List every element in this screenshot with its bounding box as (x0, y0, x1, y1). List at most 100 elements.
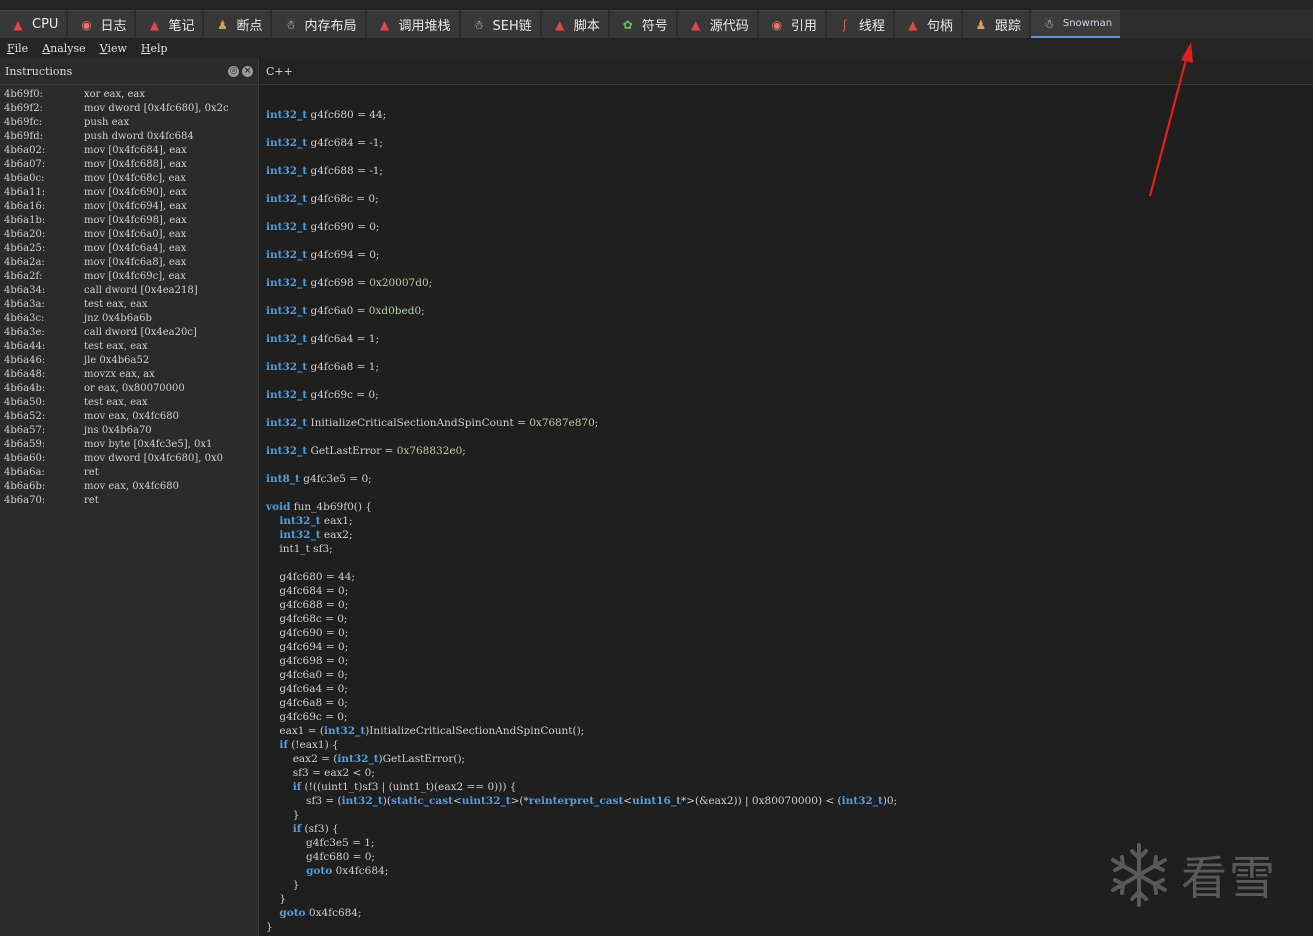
code-keyword: if (292, 823, 302, 835)
instruction-row[interactable]: 4b6a59: mov byte [0x4fc3e5], 0x1 (0, 438, 258, 452)
instruction-list[interactable]: 4b69f0: xor eax, eax 4b69f2: mov dword [0x4… (0, 85, 258, 508)
code-token: )GetLastError(); (378, 753, 466, 765)
instruction-text: mov [0x4fc6a0], eax (84, 229, 187, 240)
code-keyword: int32_t (266, 417, 308, 429)
tab-8[interactable]: ✿ 符号 (609, 10, 676, 38)
code-token: g4fc68c = 0; (307, 193, 379, 205)
instruction-row[interactable]: 4b6a57: jns 0x4b6a70 (0, 424, 258, 438)
tab-2[interactable]: ▲ 笔记 (136, 10, 203, 38)
tab-10[interactable]: ◉ 引用 (758, 10, 825, 38)
menu-file[interactable]: File (0, 42, 35, 55)
code-token: eax2 = ( (266, 753, 338, 765)
instruction-row[interactable]: 4b6a1b: mov [0x4fc698], eax (0, 214, 258, 228)
tab-6[interactable]: ☃ SEH链 (460, 10, 540, 38)
code-keyword: int32_t (341, 795, 383, 807)
tab-label: SEH链 (492, 19, 532, 34)
tab-0[interactable]: ▲ CPU (0, 10, 67, 38)
menu-help[interactable]: Help (134, 42, 175, 55)
instruction-row[interactable]: 4b6a44: test eax, eax (0, 340, 258, 354)
code-token: g4fc3e5 = 1; (266, 837, 375, 849)
code-keyword: int32_t (266, 277, 308, 289)
instruction-text: mov [0x4fc6a4], eax (84, 243, 187, 254)
tab-11[interactable]: ʃ 线程 (826, 10, 893, 38)
instruction-row[interactable]: 4b6a3c: jnz 0x4b6a6b (0, 312, 258, 326)
code-token: GetLastError = (307, 445, 397, 457)
instruction-row[interactable]: 4b6a34: call dword [0x4ea218] (0, 284, 258, 298)
tab-1[interactable]: ◉ 日志 (68, 10, 135, 38)
menu-label-rest: elp (150, 41, 168, 55)
code-line: int32_t g4fc680 = 44; (266, 108, 897, 122)
code-line: g4fc694 = 0; (266, 640, 897, 654)
instruction-row[interactable]: 4b6a70: ret (0, 494, 258, 508)
close-icon[interactable]: × (242, 65, 253, 77)
tab-4[interactable]: ☃ 内存布局 (272, 10, 365, 38)
code-keyword: int32_t (266, 165, 308, 177)
code-keyword: int8_t (266, 473, 300, 485)
instructions-panel: Instructions ◎ × 4b69f0: xor eax, eax 4b69… (0, 58, 259, 936)
instruction-row[interactable]: 4b6a4b: or eax, 0x80070000 (0, 382, 258, 396)
code-keyword: int32_t (266, 109, 308, 121)
instruction-row[interactable]: 4b6a20: mov [0x4fc6a0], eax (0, 228, 258, 242)
instruction-row[interactable]: 4b69fd: push dword 0x4fc684 (0, 130, 258, 144)
tab-7[interactable]: ▲ 脚本 (541, 10, 608, 38)
decompiled-code[interactable]: int32_t g4fc680 = 44; int32_t g4fc684 = -… (266, 94, 897, 934)
instruction-row[interactable]: 4b69fc: push eax (0, 116, 258, 130)
code-token: >(* (510, 795, 529, 807)
instruction-row[interactable]: 4b69f0: xor eax, eax (0, 88, 258, 102)
menu-view[interactable]: View (93, 42, 134, 55)
instruction-row[interactable]: 4b6a11: mov [0x4fc690], eax (0, 186, 258, 200)
code-line: if (!((uint1_t)sf3 | (uint1_t)(eax2 == 0… (266, 780, 897, 794)
code-line: void fun_4b69f0() { (266, 500, 897, 514)
instruction-row[interactable]: 4b6a60: mov dword [0x4fc680], 0x0 (0, 452, 258, 466)
code-token: g4fc694 = 0; (266, 641, 349, 653)
tab-label: 内存布局 (304, 19, 357, 34)
code-token: g4fc694 = 0; (307, 249, 380, 261)
instruction-address: 4b6a6b: (4, 481, 46, 492)
watermark: 看雪 (1105, 838, 1295, 912)
instruction-row[interactable]: 4b69f2: mov dword [0x4fc680], 0x2c (0, 102, 258, 116)
instruction-row[interactable]: 4b6a25: mov [0x4fc6a4], eax (0, 242, 258, 256)
instruction-row[interactable]: 4b6a46: jle 0x4b6a52 (0, 354, 258, 368)
instruction-address: 4b6a70: (4, 495, 46, 506)
instruction-row[interactable]: 4b6a50: test eax, eax (0, 396, 258, 410)
instruction-row[interactable]: 4b6a52: mov eax, 0x4fc680 (0, 410, 258, 424)
instruction-address: 4b6a1b: (4, 215, 46, 226)
code-token: g4fc698 = 0; (266, 655, 349, 667)
tab-label: Snowman (1062, 18, 1113, 29)
instruction-row[interactable]: 4b6a6a: ret (0, 466, 258, 480)
instruction-address: 4b6a20: (4, 229, 46, 240)
code-keyword: int32_t (266, 305, 308, 317)
menu-mnemonic: F (7, 41, 15, 55)
instruction-row[interactable]: 4b6a48: movzx eax, ax (0, 368, 258, 382)
tab-9[interactable]: ▲ 源代码 (677, 10, 757, 38)
tab-12[interactable]: ▲ 句柄 (894, 10, 961, 38)
cpp-panel-title: C++ (266, 64, 293, 78)
menu-analyse[interactable]: Analyse (35, 42, 92, 55)
code-line: int32_t g4fc6a4 = 1; (266, 332, 897, 346)
tab-label: 跟踪 (994, 19, 1021, 34)
instruction-row[interactable]: 4b6a3e: call dword [0x4ea20c] (0, 326, 258, 340)
tab-3[interactable]: ♟ 断点 (204, 10, 271, 38)
code-line: int32_t eax2; (266, 528, 897, 542)
instruction-row[interactable]: 4b6a02: mov [0x4fc684], eax (0, 144, 258, 158)
instruction-row[interactable]: 4b6a0c: mov [0x4fc68c], eax (0, 172, 258, 186)
instruction-row[interactable]: 4b6a07: mov [0x4fc688], eax (0, 158, 258, 172)
instruction-row[interactable]: 4b6a2f: mov [0x4fc69c], eax (0, 270, 258, 284)
tab-13[interactable]: ♟ 跟踪 (962, 10, 1029, 38)
instruction-text: jle 0x4b6a52 (84, 355, 150, 366)
tab-14[interactable]: ☃ Snowman (1030, 10, 1121, 38)
instruction-text: ret (84, 467, 99, 478)
code-keyword: reinterpret_cast (528, 795, 624, 807)
instruction-row[interactable]: 4b6a2a: mov [0x4fc6a8], eax (0, 256, 258, 270)
tab-5[interactable]: ▲ 调用堆栈 (366, 10, 459, 38)
instruction-row[interactable]: 4b6a6b: mov eax, 0x4fc680 (0, 480, 258, 494)
code-line: sf3 = (int32_t)(static_cast<uint32_t>(*r… (266, 794, 897, 808)
instruction-row[interactable]: 4b6a16: mov [0x4fc694], eax (0, 200, 258, 214)
code-line: g4fc690 = 0; (266, 626, 897, 640)
float-panel-icon[interactable]: ◎ (228, 65, 239, 77)
instruction-row[interactable]: 4b6a3a: test eax, eax (0, 298, 258, 312)
